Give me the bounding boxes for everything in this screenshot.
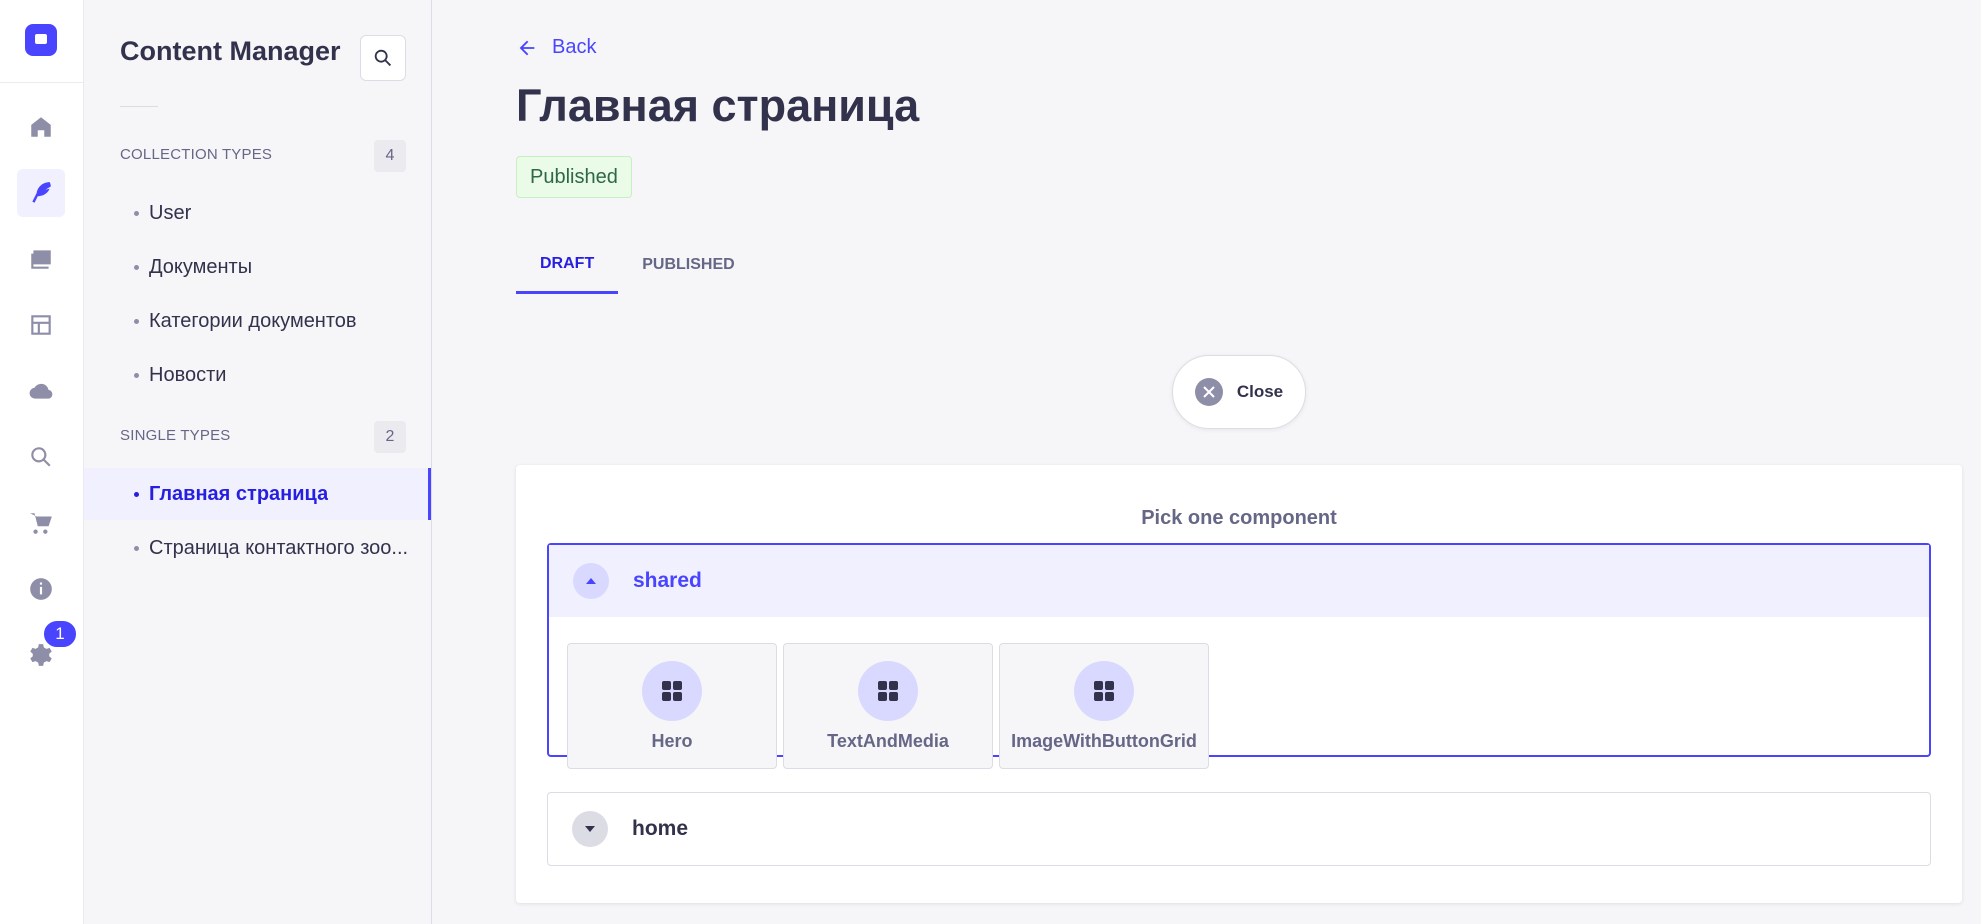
chevron-up-icon [573,563,609,599]
subnav-item-label: User [149,201,192,224]
content-manager-icon [32,182,51,203]
grid-icon [642,660,702,721]
info-nav-button[interactable] [17,565,65,613]
subnav-item-document-categories[interactable]: Категории документов [84,295,431,347]
cart-icon [30,513,52,534]
component-card-hero[interactable]: Hero [567,643,777,769]
picker-heading: Pick one component [1141,507,1337,529]
page-title: Главная страница [516,80,920,131]
component-name: TextAndMedia [827,730,949,751]
component-card-image-with-button-grid[interactable]: ImageWithButtonGrid [999,643,1209,769]
subnav-item-news[interactable]: Новости [84,349,431,401]
single-types-count: 2 [374,421,406,453]
status-badge: Published [516,156,632,198]
close-label: Close [1236,382,1284,401]
subnav-title: Content Manager [120,36,341,66]
rail-divider [0,82,83,83]
bullet-dot [134,318,139,324]
accordion-toggle-shared[interactable]: shared [549,545,1929,617]
component-group-shared: shared Hero TextAndMedia ImageWithButton… [547,543,1931,769]
main-nav-rail: 1 [0,0,84,924]
bullet-dot [134,210,139,216]
arrow-left-icon [519,40,535,55]
home-nav-button[interactable] [17,103,65,151]
content-manager-subnav: Content Manager COLLECTION TYPES 4 User … [84,0,432,924]
subnav-item-label: Категории документов [149,309,357,332]
component-group-home: home [547,792,1931,866]
subnav-item-label: Главная страница [149,482,329,505]
logo-icon[interactable] [25,24,57,56]
subnav-divider [120,106,158,107]
marketplace-nav-button[interactable] [17,499,65,547]
search-icon [374,49,392,67]
tab-list: DRAFT PUBLISHED [516,236,759,294]
close-icon [1194,378,1223,406]
tab-draft[interactable]: DRAFT [516,236,619,294]
subnav-item-label: Документы [149,255,253,278]
component-card-text-and-media[interactable]: TextAndMedia [783,643,993,769]
media-library-nav-button[interactable] [17,235,65,283]
bullet-dot [134,545,139,551]
back-link[interactable]: Back [516,36,596,59]
subnav-item-label: Новости [149,363,227,386]
home-icon [31,117,51,137]
component-name: Hero [651,730,693,751]
bullet-dot [134,264,139,270]
group-title: shared [633,569,702,592]
subnav-item-user[interactable]: User [84,187,431,239]
single-types-heading[interactable]: SINGLE TYPES [120,427,231,444]
accordion-toggle-home[interactable]: home [548,793,1930,865]
subnav-item-label: Страница контактного зоо... [149,536,409,559]
component-name: ImageWithButtonGrid [1011,730,1197,751]
component-card-list: Hero TextAndMedia ImageWithButtonGrid [567,643,1209,769]
close-picker-button[interactable]: Close [1172,355,1306,429]
subnav-item-documents[interactable]: Документы [84,241,431,293]
info-icon [30,578,52,600]
tab-published[interactable]: PUBLISHED [618,236,758,294]
layout-nav-button[interactable] [17,301,65,349]
cloud-nav-button[interactable] [17,367,65,415]
collection-types-heading[interactable]: COLLECTION TYPES [120,146,272,163]
bullet-dot [134,491,139,497]
grid-icon [1074,660,1134,721]
search-nav-button[interactable] [17,433,65,481]
subnav-item-contact-page[interactable]: Страница контактного зоо... [84,522,431,574]
search-icon [31,447,51,467]
chevron-down-icon [572,811,608,847]
back-label: Back [552,36,597,58]
content-manager-nav-button[interactable] [17,169,65,217]
subnav-search-button[interactable] [360,35,406,81]
cloud-icon [29,383,53,399]
component-picker: Pick one component shared Hero TextAndMe… [516,465,1962,903]
layout-icon [31,315,51,335]
grid-icon [858,660,918,721]
media-library-icon [31,250,51,269]
collection-types-count: 4 [374,140,406,172]
subnav-item-home-page[interactable]: Главная страница [84,468,431,520]
bullet-dot [134,372,139,378]
settings-notification-badge: 1 [42,619,78,649]
group-title: home [632,817,689,840]
